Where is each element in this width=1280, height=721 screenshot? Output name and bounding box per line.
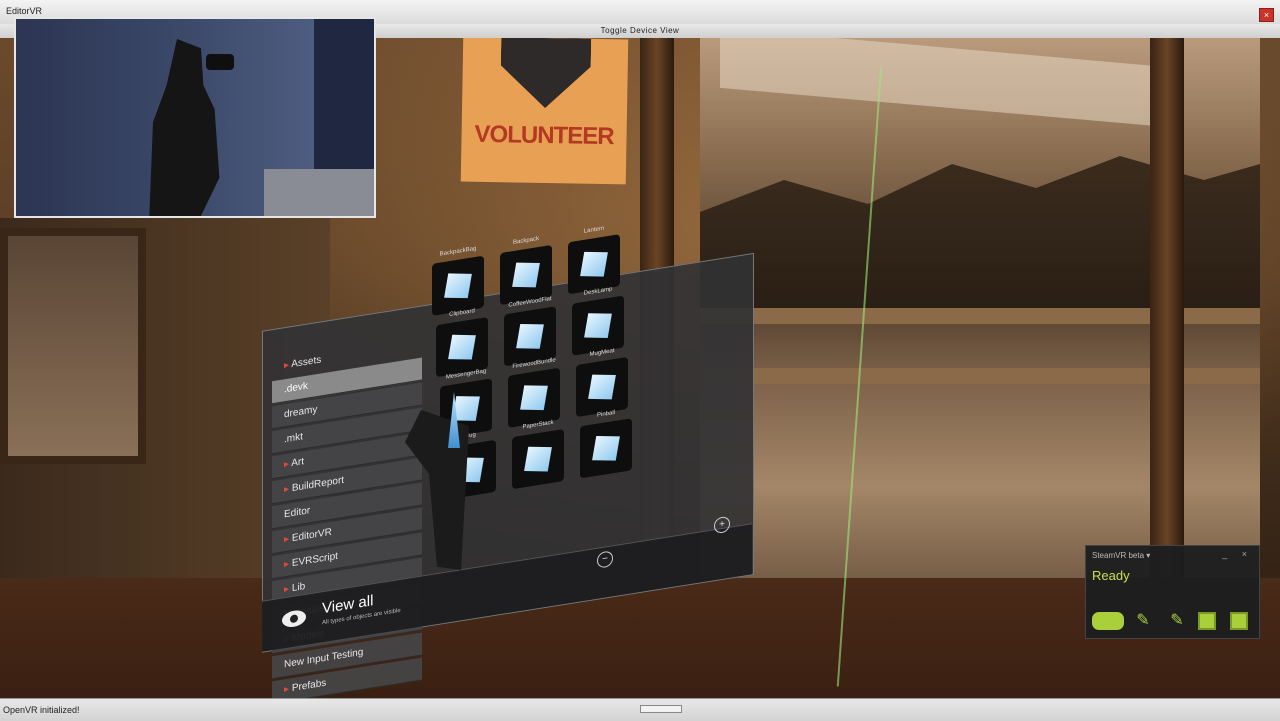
- controller-icon: ✎: [1136, 612, 1150, 629]
- status-message: OpenVR initialized!: [3, 705, 80, 715]
- presenter-camera-inset: [14, 17, 376, 218]
- steamvr-status-text: Ready: [1092, 568, 1130, 583]
- status-bar: OpenVR initialized!: [0, 698, 1280, 721]
- zoom-in-button[interactable]: +: [714, 515, 730, 535]
- asset-tile[interactable]: PaperStack: [512, 420, 564, 490]
- steamvr-status-window[interactable]: SteamVR beta ▾ _ × Ready ✎ ✎: [1085, 545, 1260, 639]
- base-station-icon: [1230, 612, 1248, 630]
- prefab-cube-icon: [516, 323, 544, 349]
- eye-icon[interactable]: [282, 608, 306, 629]
- vr-headset-icon: [206, 54, 234, 70]
- prefab-cube-icon: [580, 251, 608, 277]
- hmd-icon: [1092, 612, 1124, 630]
- volunteer-poster: VOLUNTEER: [460, 38, 629, 185]
- stage-desk: [264, 169, 374, 216]
- controller-icon: ✎: [1170, 612, 1184, 629]
- prefab-cube-icon: [520, 385, 548, 411]
- cabin-side-window: [0, 228, 146, 464]
- prefab-cube-icon: [524, 446, 552, 472]
- prefab-cube-icon: [588, 374, 616, 400]
- prefab-cube-icon: [584, 313, 612, 338]
- base-station-icon: [1198, 612, 1216, 630]
- prefab-cube-icon: [512, 262, 540, 288]
- steamvr-window-controls[interactable]: _ ×: [1222, 549, 1253, 559]
- window-close-button[interactable]: ×: [1259, 8, 1274, 22]
- zoom-out-button[interactable]: −: [597, 550, 613, 569]
- prefab-cube-icon: [444, 273, 472, 299]
- prefab-cube-icon: [448, 334, 476, 360]
- window-title: EditorVR: [6, 6, 43, 16]
- prefab-cube-icon: [592, 435, 620, 461]
- folder-list[interactable]: Assets.devkdreamy.mktArtBuildReportEdito…: [272, 333, 422, 706]
- asset-tile[interactable]: Pinball: [580, 410, 632, 479]
- poster-text: VOLUNTEER: [474, 120, 614, 151]
- timeline-slider[interactable]: [640, 705, 682, 713]
- steamvr-title[interactable]: SteamVR beta ▾: [1092, 551, 1150, 560]
- poster-shield-icon: [500, 38, 591, 109]
